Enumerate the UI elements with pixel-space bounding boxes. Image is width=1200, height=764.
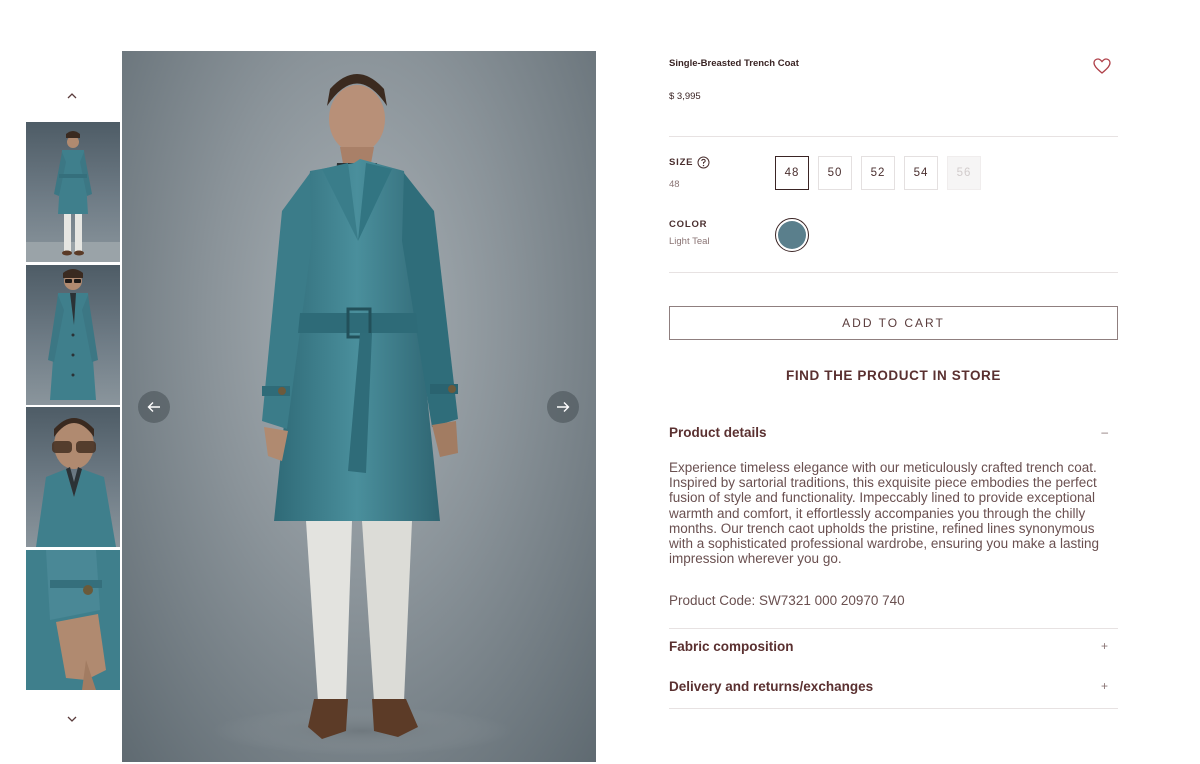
arrow-left-icon bbox=[147, 402, 160, 412]
add-to-cart-button[interactable]: ADD TO CART bbox=[669, 306, 1118, 340]
size-option-52[interactable]: 52 bbox=[861, 156, 895, 190]
size-option-56: 56 bbox=[947, 156, 981, 190]
product-details-heading: Product details bbox=[669, 425, 767, 440]
thumbnail-next-button[interactable] bbox=[60, 707, 84, 731]
wishlist-button[interactable] bbox=[1092, 56, 1112, 76]
size-label: SIZE bbox=[669, 157, 694, 168]
product-price: $ 3,995 bbox=[669, 91, 701, 102]
delivery-returns-heading: Delivery and returns/exchanges bbox=[669, 679, 874, 694]
thumbnail-list bbox=[26, 122, 120, 693]
color-swatch-light-teal[interactable] bbox=[775, 218, 809, 252]
arrow-right-icon bbox=[557, 402, 570, 412]
size-guide-button[interactable] bbox=[697, 156, 710, 169]
find-in-store-link[interactable]: FIND THE PRODUCT IN STORE bbox=[669, 368, 1118, 383]
product-code: Product Code: SW7321 000 20970 740 bbox=[669, 593, 905, 608]
collapse-icon: – bbox=[1101, 425, 1108, 439]
thumbnail-sunglasses[interactable] bbox=[26, 264, 120, 405]
thumbnail-full-length[interactable] bbox=[26, 122, 120, 262]
chevron-up-icon bbox=[67, 93, 77, 99]
product-title: Single-Breasted Trench Coat bbox=[669, 58, 799, 69]
thumbnail-cuff[interactable] bbox=[26, 550, 120, 691]
size-selected-value: 48 bbox=[669, 179, 680, 190]
product-details-toggle[interactable]: Product details – bbox=[669, 425, 1118, 447]
thumbnail-prev-button[interactable] bbox=[60, 84, 84, 108]
color-label: COLOR bbox=[669, 219, 708, 230]
expand-icon: + bbox=[1100, 679, 1108, 693]
chevron-down-icon bbox=[67, 716, 77, 722]
image-prev-button[interactable] bbox=[138, 391, 170, 423]
question-circle-icon bbox=[697, 156, 710, 169]
size-option-48[interactable]: 48 bbox=[775, 156, 809, 190]
size-option-50[interactable]: 50 bbox=[818, 156, 852, 190]
fabric-composition-heading: Fabric composition bbox=[669, 639, 794, 654]
delivery-returns-toggle[interactable]: Delivery and returns/exchanges + bbox=[669, 679, 1118, 701]
size-options: 48 50 52 54 56 bbox=[775, 156, 981, 190]
divider bbox=[669, 708, 1118, 709]
main-product-image bbox=[122, 51, 596, 762]
divider bbox=[669, 272, 1118, 273]
divider bbox=[669, 136, 1118, 137]
heart-icon bbox=[1093, 58, 1111, 74]
color-swatch-fill bbox=[778, 221, 806, 249]
divider bbox=[669, 628, 1118, 629]
product-description: Experience timeless elegance with our me… bbox=[669, 460, 1099, 567]
expand-icon: + bbox=[1100, 639, 1108, 653]
model-figure bbox=[212, 74, 512, 755]
size-option-54[interactable]: 54 bbox=[904, 156, 938, 190]
fabric-composition-toggle[interactable]: Fabric composition + bbox=[669, 639, 1118, 661]
thumbnail-collar[interactable] bbox=[26, 407, 120, 548]
image-next-button[interactable] bbox=[547, 391, 579, 423]
color-selected-value: Light Teal bbox=[669, 236, 710, 247]
